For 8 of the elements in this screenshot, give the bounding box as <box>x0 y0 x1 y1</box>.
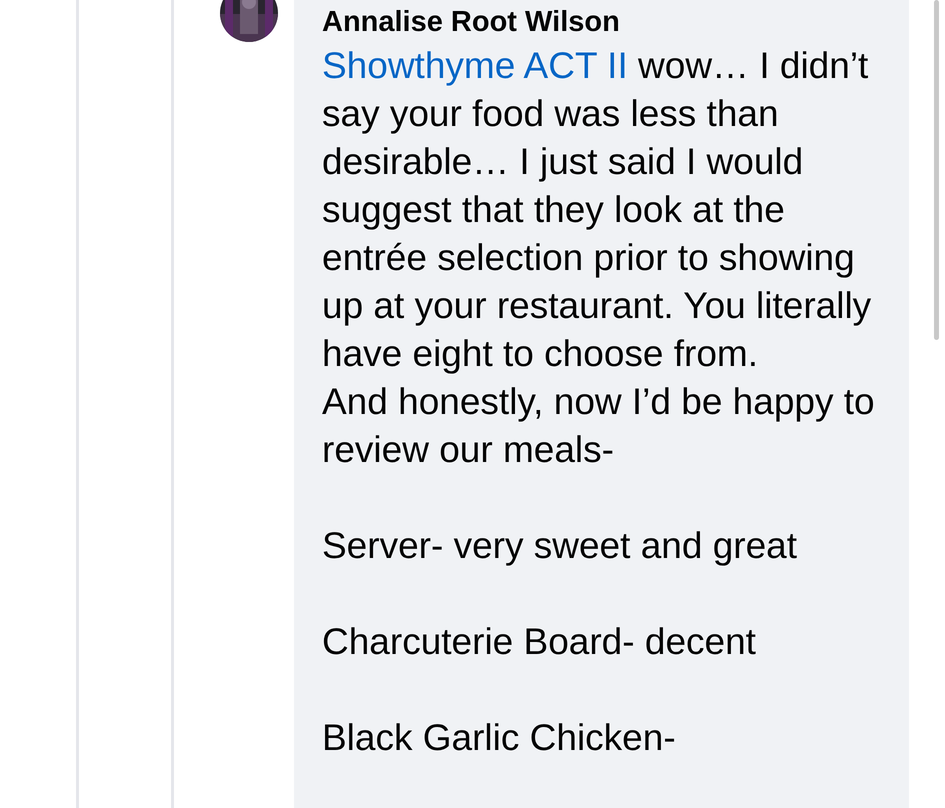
comment-text: And honestly, now I’d be happy to review our meals- <box>322 380 876 472</box>
comment-text: Charcuterie Board- decent <box>322 620 757 664</box>
scrollbar[interactable] <box>934 0 939 340</box>
comment-text: Server- very sweet and great <box>322 524 798 568</box>
comment-text: Black Garlic Chicken- <box>322 716 677 760</box>
author-name[interactable]: Annalise Root Wilson <box>322 4 909 40</box>
comment-text: Showthyme ACT II wow… I didn’t say your food was less than desirable… I just said I would suggest that they look at the entrée selection prior to showing up at your restaurant. You literally have eight to choose from. <box>322 44 872 376</box>
mention-link[interactable]: Showthyme ACT II <box>322 45 628 86</box>
